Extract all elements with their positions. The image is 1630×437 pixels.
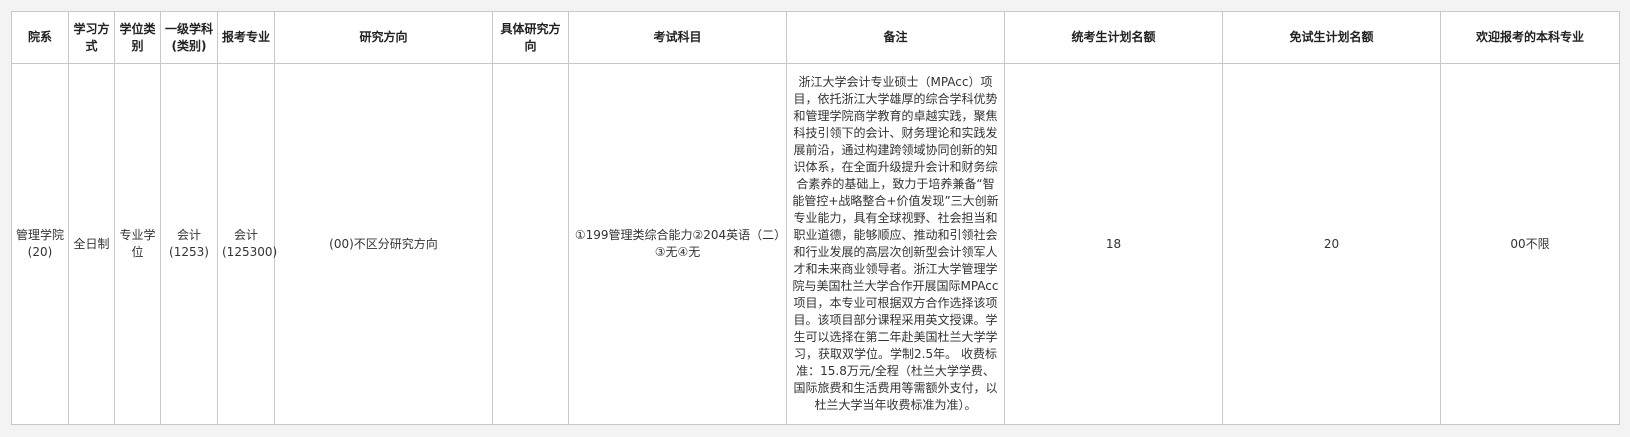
cell-unified-quota: 18 <box>1004 63 1223 425</box>
majors-table-container: 院系 学习方式 学位类别 一级学科(类别) 报考专业 研究方向 具体研究方向 考… <box>11 11 1620 425</box>
header-row: 院系 学习方式 学位类别 一级学科(类别) 报考专业 研究方向 具体研究方向 考… <box>11 11 1620 64</box>
header-major: 报考专业 <box>217 11 275 64</box>
header-discipline: 一级学科(类别) <box>160 11 218 64</box>
header-specific-direction: 具体研究方向 <box>492 11 569 64</box>
table-row: 管理学院(20) 全日制 专业学位 会计(1253) 会计(125300) (0… <box>11 63 1620 425</box>
header-degree-type: 学位类别 <box>114 11 161 64</box>
cell-study-mode: 全日制 <box>68 63 115 425</box>
cell-specific-direction <box>492 63 569 425</box>
header-exempt-quota: 免试生计划名额 <box>1222 11 1441 64</box>
header-exam-subjects: 考试科目 <box>568 11 787 64</box>
cell-discipline: 会计(1253) <box>160 63 218 425</box>
cell-research-direction: (00)不区分研究方向 <box>274 63 493 425</box>
majors-table: 院系 学习方式 学位类别 一级学科(类别) 报考专业 研究方向 具体研究方向 考… <box>11 11 1620 425</box>
cell-major: 会计(125300) <box>217 63 277 425</box>
cell-note: 浙江大学会计专业硕士（MPAcc）项目，依托浙江大学雄厚的综合学科优势和管理学院… <box>786 63 1005 425</box>
header-note: 备注 <box>786 11 1005 64</box>
cell-department: 管理学院(20) <box>11 63 69 425</box>
cell-exam-subjects: ①199管理类综合能力②204英语（二）③无④无 <box>568 63 787 425</box>
cell-degree-type: 专业学位 <box>114 63 161 425</box>
header-research-direction: 研究方向 <box>274 11 493 64</box>
cell-welcome-majors: 00不限 <box>1440 63 1620 425</box>
header-department: 院系 <box>11 11 69 64</box>
cell-exempt-quota: 20 <box>1222 63 1441 425</box>
header-unified-quota: 统考生计划名额 <box>1004 11 1223 64</box>
header-study-mode: 学习方式 <box>68 11 115 64</box>
header-welcome-majors: 欢迎报考的本科专业 <box>1440 11 1620 64</box>
